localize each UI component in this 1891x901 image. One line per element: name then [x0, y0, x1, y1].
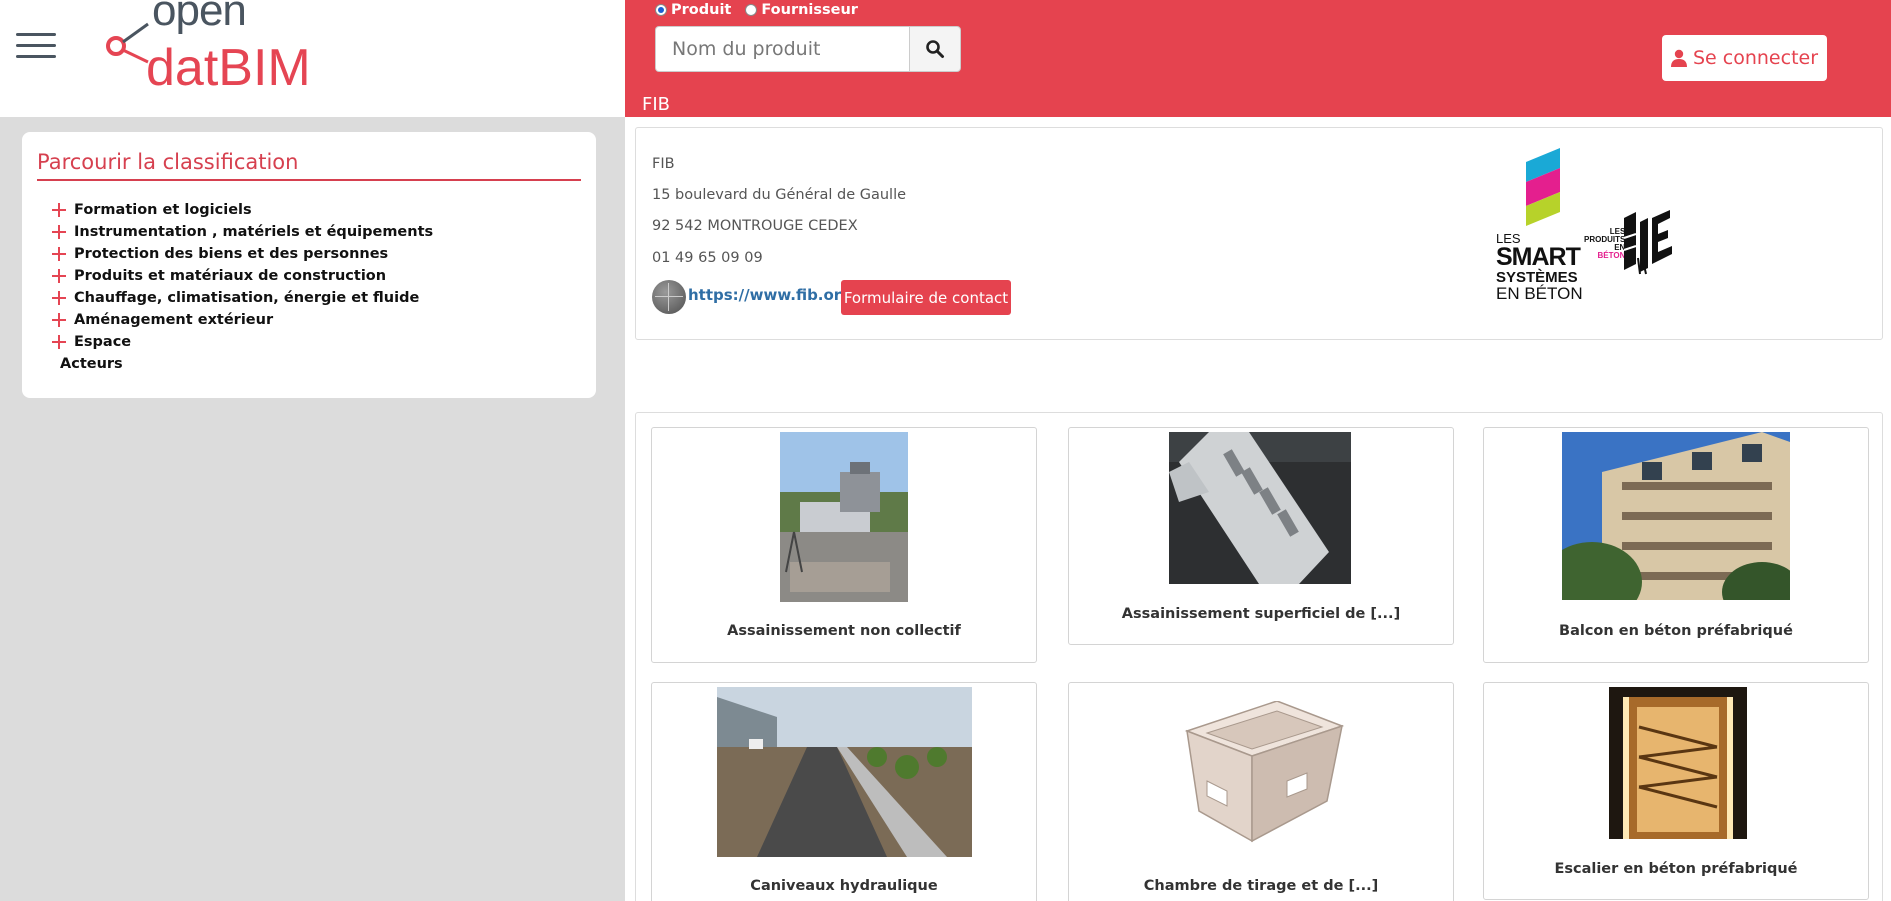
products-grid: Assainissement non collectif Assainissem…	[635, 412, 1883, 901]
supplier-phone: 01 49 65 09 09	[652, 250, 763, 266]
globe-icon[interactable]	[652, 280, 686, 314]
product-label: Caniveaux hydraulique	[750, 878, 938, 894]
classification-item-label: Produits et matériaux de construction	[74, 268, 387, 284]
classification-item-instrumentation[interactable]: Instrumentation , matériels et équipemen…	[52, 221, 581, 243]
expand-plus-icon[interactable]	[52, 335, 66, 349]
opendatbim-logo[interactable]: open datBIM	[104, 0, 334, 97]
classification-item-espace[interactable]: Espace	[52, 331, 581, 353]
search-icon	[926, 40, 944, 58]
product-card[interactable]: Escalier en béton préfabriqué	[1483, 682, 1869, 900]
product-image	[1562, 432, 1790, 600]
search-bar	[655, 26, 961, 72]
supplier-logo: LES SMART SYSTÈMES EN BÉTON LES PRODUITS…	[1490, 148, 1690, 302]
logo-line: SYSTÈMES	[1496, 269, 1578, 286]
classification-card: Parcourir la classification Formation et…	[22, 132, 596, 398]
supplier-bar-title: FIB	[642, 94, 671, 115]
product-image	[780, 432, 908, 602]
expand-plus-icon[interactable]	[52, 291, 66, 305]
logo-line: EN BÉTON	[1496, 284, 1583, 303]
supplier-card: FIB 15 boulevard du Général de Gaulle 92…	[635, 127, 1883, 340]
product-image	[1609, 687, 1747, 839]
classification-item-label: Instrumentation , matériels et équipemen…	[74, 224, 434, 240]
classification-item-chauffage[interactable]: Chauffage, climatisation, énergie et flu…	[52, 287, 581, 309]
login-button[interactable]: Se connecter	[1662, 35, 1827, 81]
radio-produit-label: Produit	[671, 2, 732, 18]
radio-checked-icon[interactable]	[655, 4, 667, 16]
login-label: Se connecter	[1692, 47, 1819, 69]
product-image	[717, 687, 972, 857]
search-input[interactable]	[655, 26, 909, 72]
left-panel: open datBIM Parcourir la classification …	[0, 0, 625, 901]
product-image	[1169, 432, 1351, 584]
product-card[interactable]: Caniveaux hydraulique	[651, 682, 1037, 901]
product-card[interactable]: Assainissement non collectif	[651, 427, 1037, 663]
classification-item-label: Espace	[74, 334, 132, 350]
expand-plus-icon[interactable]	[52, 203, 66, 217]
smart-systems-logo-icon	[1526, 148, 1560, 226]
expand-plus-icon[interactable]	[52, 269, 66, 283]
product-card[interactable]: Assainissement superficiel de [...]	[1068, 427, 1454, 645]
product-card[interactable]: Balcon en béton préfabriqué	[1483, 427, 1869, 663]
produits-beton-logo-icon	[1623, 210, 1672, 275]
expand-plus-icon[interactable]	[52, 225, 66, 239]
logo-text-main: datBIM	[146, 39, 311, 97]
supplier-city: 92 542 MONTROUGE CEDEX	[652, 218, 858, 234]
radio-fournisseur[interactable]: Fournisseur	[745, 2, 858, 18]
radio-fournisseur-label: Fournisseur	[761, 2, 858, 18]
expand-plus-icon[interactable]	[52, 247, 66, 261]
product-label: Escalier en béton préfabriqué	[1554, 861, 1798, 877]
user-icon	[1670, 49, 1687, 67]
classification-item-label: Chauffage, climatisation, énergie et flu…	[74, 290, 420, 306]
supplier-website-link[interactable]: https://www.fib.org	[688, 286, 852, 304]
classification-list: Formation et logiciels Instrumentation ,…	[37, 199, 581, 375]
classification-title: Parcourir la classification	[37, 150, 581, 181]
expand-plus-icon[interactable]	[52, 313, 66, 327]
smart-systems-logo-text: LES SMART SYSTÈMES EN BÉTON	[1496, 232, 1583, 302]
classification-item-protection[interactable]: Protection des biens et des personnes	[52, 243, 581, 265]
contact-form-button[interactable]: Formulaire de contact	[841, 280, 1011, 315]
product-image	[1177, 701, 1347, 846]
radio-produit[interactable]: Produit	[655, 2, 731, 18]
classification-item-formation[interactable]: Formation et logiciels	[52, 199, 581, 221]
top-bar: Produit Fournisseur Se connecter FIB	[625, 0, 1891, 117]
supplier-address: 15 boulevard du Général de Gaulle	[652, 187, 907, 203]
product-label: Chambre de tirage et de [...]	[1143, 878, 1379, 894]
search-type-radios: Produit Fournisseur	[655, 2, 858, 18]
logo-line: SMART	[1496, 243, 1581, 271]
hamburger-icon[interactable]	[16, 33, 58, 59]
product-label: Assainissement non collectif	[727, 623, 961, 639]
classification-item-label: Protection des biens et des personnes	[74, 246, 389, 262]
classification-item-label: Aménagement extérieur	[74, 312, 274, 328]
supplier-name: FIB	[652, 156, 675, 172]
product-card[interactable]: Chambre de tirage et de [...]	[1068, 682, 1454, 901]
logo-text-open: open	[152, 0, 247, 35]
site-header: open datBIM	[0, 0, 625, 117]
classification-item-amenagement[interactable]: Aménagement extérieur	[52, 309, 581, 331]
product-label: Balcon en béton préfabriqué	[1559, 623, 1793, 639]
classification-item-acteurs[interactable]: Acteurs	[52, 353, 581, 375]
product-label: Assainissement superficiel de [...]	[1121, 606, 1401, 622]
classification-item-produits[interactable]: Produits et matériaux de construction	[52, 265, 581, 287]
classification-item-label: Acteurs	[60, 356, 123, 372]
sidebar: Parcourir la classification Formation et…	[0, 117, 625, 901]
search-button[interactable]	[909, 26, 961, 72]
radio-unchecked-icon[interactable]	[745, 4, 758, 16]
classification-item-label: Formation et logiciels	[74, 202, 252, 218]
